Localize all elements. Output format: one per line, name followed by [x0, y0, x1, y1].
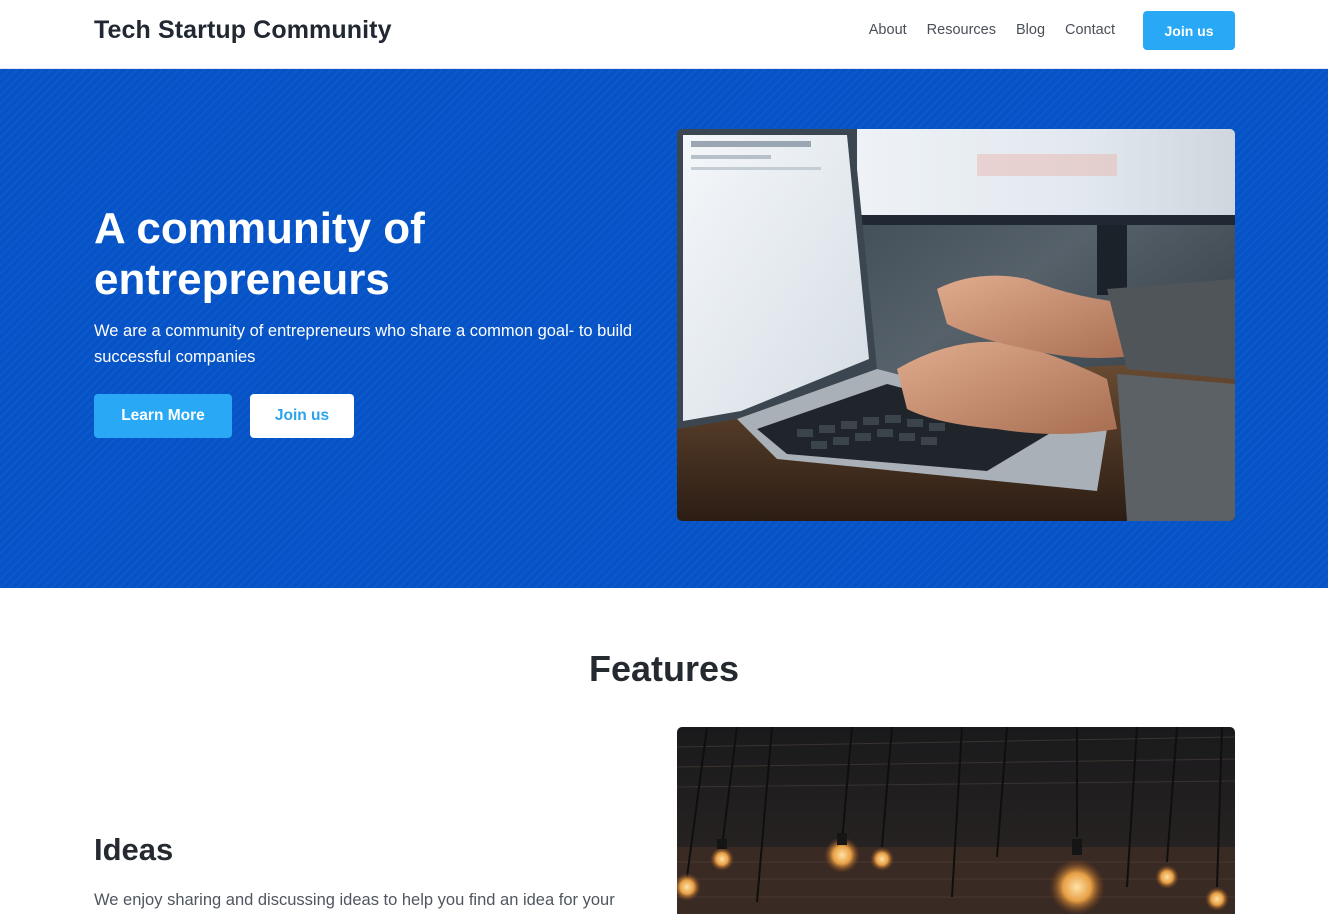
features-title: Features: [588, 648, 740, 689]
nav-link-blog[interactable]: Blog: [1016, 11, 1045, 50]
hero-join-button[interactable]: Join us: [250, 394, 354, 438]
nav-join-button[interactable]: Join us: [1143, 11, 1235, 50]
nav-link-contact[interactable]: Contact: [1065, 11, 1115, 50]
nav-link-about[interactable]: About: [869, 11, 907, 50]
learn-more-button[interactable]: Learn More: [94, 394, 232, 438]
feature-ideas-title: Ideas: [94, 832, 174, 867]
feature-ideas-text: We enjoy sharing and discussing ideas to…: [94, 891, 615, 909]
hero-buttons: Learn More Join us: [94, 394, 354, 438]
nav-link-resources[interactable]: Resources: [927, 11, 996, 50]
lightbulbs-photo-icon: [677, 727, 1235, 914]
hero-description: We are a community of entrepreneurs who …: [94, 322, 633, 366]
laptop-photo-icon: [677, 129, 1235, 521]
hero-section: A community of entrepreneurs We are a co…: [0, 69, 1328, 588]
nav-links: About Resources Blog Contact Join us: [869, 11, 1235, 50]
brand-logo[interactable]: Tech Startup Community: [94, 16, 392, 45]
navbar: Tech Startup Community About Resources B…: [0, 0, 1328, 69]
hero-title: A community of entrepreneurs: [94, 204, 425, 304]
